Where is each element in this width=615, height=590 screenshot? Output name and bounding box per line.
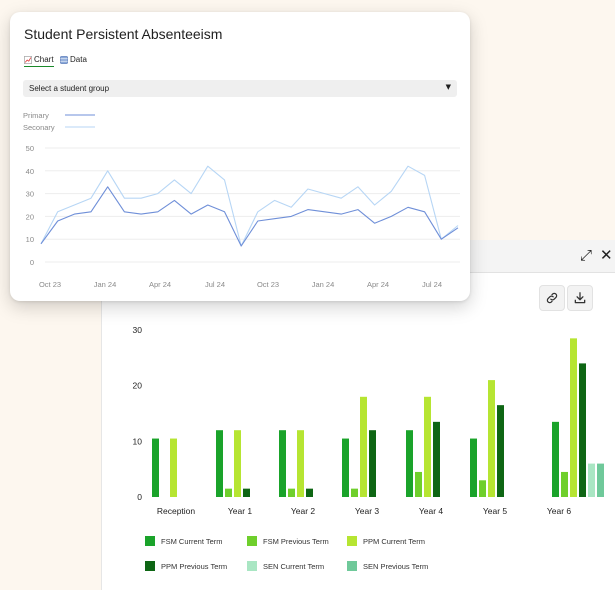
y-tick-label: 0 <box>30 258 34 267</box>
bar <box>297 430 304 497</box>
bar <box>170 438 177 497</box>
bar <box>225 488 232 497</box>
bar <box>488 380 495 497</box>
legend-label: PPM Current Term <box>363 537 425 546</box>
x-tick-label: Apr 24 <box>149 280 171 289</box>
bar <box>234 430 241 497</box>
bar <box>351 488 358 497</box>
y-tick-label: 20 <box>133 381 143 391</box>
legend-label: FSM Previous Term <box>263 537 329 546</box>
legend-label: SEN Previous Term <box>363 562 428 571</box>
bar <box>406 430 413 497</box>
legend-label: SEN Current Term <box>263 562 324 571</box>
legend-label: Primary <box>23 111 49 120</box>
x-tick-label: Jul 24 <box>422 280 442 289</box>
bar <box>570 338 577 497</box>
x-tick-label: Jan 24 <box>312 280 335 289</box>
x-tick-label: Reception <box>157 506 196 516</box>
legend-label: Seconary <box>23 123 55 132</box>
bar <box>288 488 295 497</box>
x-tick-label: Apr 24 <box>367 280 389 289</box>
bar <box>369 430 376 497</box>
legend-swatch <box>347 536 357 546</box>
bar <box>424 396 431 497</box>
bar <box>360 396 367 497</box>
x-tick-label: Oct 23 <box>39 280 61 289</box>
legend-swatch <box>145 536 155 546</box>
x-tick-label: Jan 24 <box>94 280 117 289</box>
bar <box>497 405 504 497</box>
bar <box>433 421 440 497</box>
x-tick-label: Year 5 <box>483 506 508 516</box>
x-tick-label: Year 4 <box>419 506 444 516</box>
bar <box>279 430 286 497</box>
y-tick-label: 20 <box>26 212 34 221</box>
bar <box>597 463 604 497</box>
bar <box>216 430 223 497</box>
line-chart: Primary Seconary 0 10 20 30 40 50 Oct 23 Jan 24 Ap… <box>23 111 460 289</box>
x-tick-label: Year 3 <box>355 506 380 516</box>
absenteeism-card: Student Persistent Absenteeism Chart Dat… <box>10 12 470 301</box>
y-tick-label: 10 <box>133 436 143 446</box>
bar <box>306 488 313 497</box>
bar <box>152 438 159 497</box>
bar <box>552 421 559 497</box>
bar <box>415 471 422 497</box>
bar <box>470 438 477 497</box>
bar <box>588 463 595 497</box>
y-tick-label: 30 <box>26 190 34 199</box>
x-tick-label: Oct 23 <box>257 280 279 289</box>
legend-swatch <box>247 561 257 571</box>
x-tick-label: Year 2 <box>291 506 316 516</box>
bar <box>342 438 349 497</box>
bar <box>561 471 568 497</box>
x-tick-label: Year 1 <box>228 506 253 516</box>
y-tick-label: 10 <box>26 235 34 244</box>
legend-label: PPM Previous Term <box>161 562 227 571</box>
y-tick-label: 50 <box>26 144 34 153</box>
y-tick-label: 0 <box>137 492 142 502</box>
x-tick-label: Year 6 <box>547 506 572 516</box>
legend-swatch <box>347 561 357 571</box>
x-tick-label: Jul 24 <box>205 280 225 289</box>
bar <box>479 480 486 497</box>
legend-swatch <box>145 561 155 571</box>
bar <box>243 488 250 497</box>
bar <box>579 363 586 497</box>
y-tick-label: 40 <box>26 167 34 176</box>
y-tick-label: 30 <box>133 325 143 335</box>
legend-swatch <box>247 536 257 546</box>
legend-label: FSM Current Term <box>161 537 223 546</box>
